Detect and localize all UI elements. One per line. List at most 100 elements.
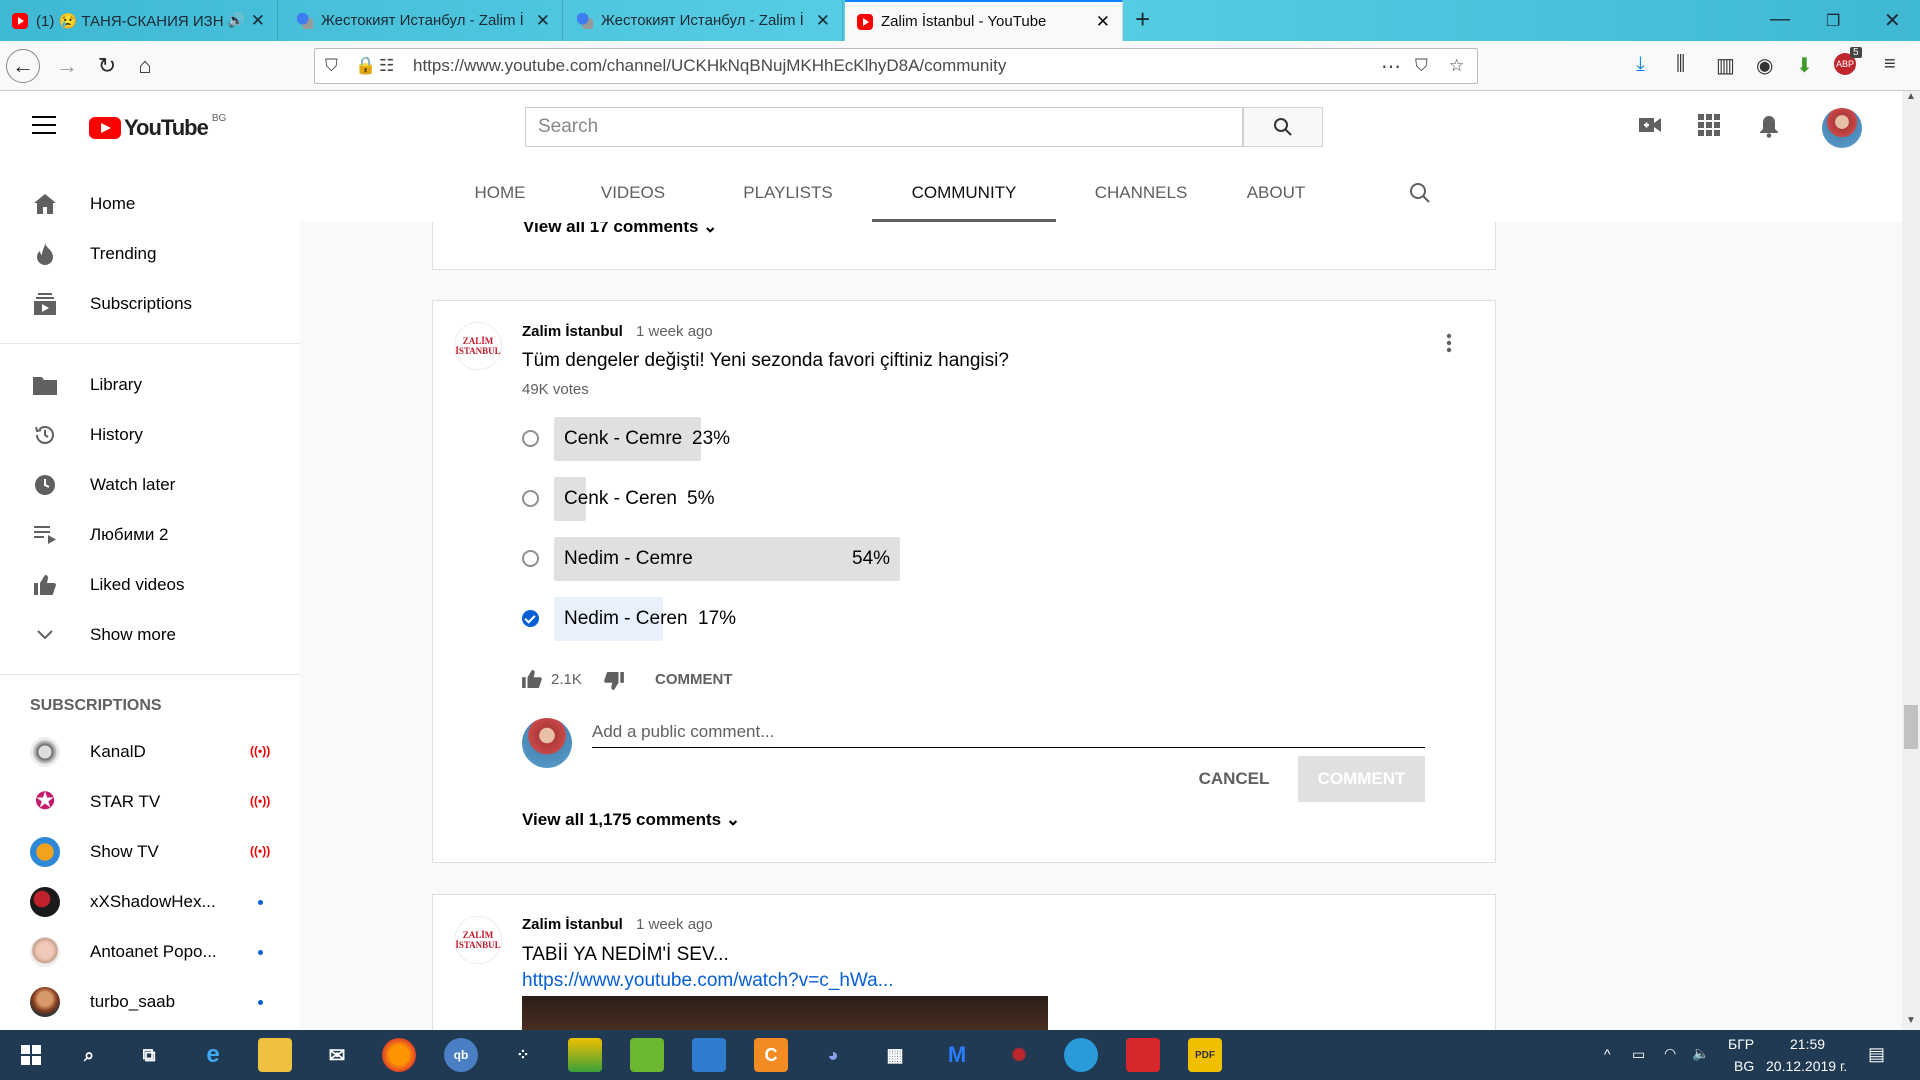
pdf-app-icon[interactable]: PDF — [1188, 1038, 1222, 1072]
browser-tab-3[interactable]: Жестокият Истанбул - Zalim İ ✕ — [565, 0, 843, 41]
poll-option[interactable]: Nedim - Ceren 17% — [522, 597, 1022, 641]
download-helper-icon[interactable]: ⬇ — [1796, 53, 1813, 78]
stack-app-icon[interactable] — [568, 1038, 602, 1072]
minimize-icon[interactable]: — — [1770, 8, 1790, 31]
bookmark-star-icon[interactable]: ☆ — [1449, 56, 1464, 76]
notifications-bell-icon[interactable] — [1758, 114, 1780, 145]
malwarebytes-icon[interactable]: M — [940, 1038, 974, 1072]
lock-icon[interactable]: 🔒 — [355, 56, 376, 76]
post-time[interactable]: 1 week ago — [636, 916, 713, 933]
browser-tab-2[interactable]: Жестокият Истанбул - Zalim İ ✕ — [285, 0, 563, 41]
subscription-item[interactable]: Antoanet Popo... — [0, 927, 300, 977]
poll-option[interactable]: Cenk - Ceren 5% — [522, 477, 1022, 521]
radio-button[interactable] — [522, 490, 539, 507]
pdf-creator-icon[interactable]: C — [754, 1038, 788, 1072]
subscription-item[interactable]: KanalD ((•)) — [0, 727, 300, 777]
tab-about[interactable]: ABOUT — [1226, 164, 1326, 222]
page-scrollbar[interactable]: ▲ ▼ — [1902, 91, 1920, 1030]
post-link[interactable]: https://www.youtube.com/watch?v=c_hWa... — [522, 970, 894, 992]
comment-button[interactable]: COMMENT — [655, 671, 733, 688]
video-thumbnail[interactable] — [522, 996, 1048, 1030]
sidebar-item-library[interactable]: Library — [0, 360, 300, 410]
dots-app-icon[interactable]: ⁘ — [506, 1038, 540, 1072]
firefox-icon[interactable] — [382, 1038, 416, 1072]
browser-app-icon[interactable] — [1064, 1038, 1098, 1072]
tab-playlists[interactable]: PLAYLISTS — [728, 164, 848, 222]
tray-expand-icon[interactable]: ^ — [1604, 1046, 1611, 1062]
search-box[interactable] — [525, 107, 1243, 147]
language-indicator[interactable]: БГР — [1728, 1036, 1754, 1052]
search-input[interactable] — [526, 108, 1242, 146]
volume-icon[interactable]: 🔈 — [1692, 1045, 1709, 1062]
qbittorrent-icon[interactable]: qb — [444, 1038, 478, 1072]
sidebar-item-trending[interactable]: Trending — [0, 229, 300, 279]
tab-community[interactable]: COMMUNITY — [872, 164, 1056, 222]
file-explorer-icon[interactable] — [258, 1038, 292, 1072]
radio-button[interactable] — [522, 430, 539, 447]
notes-app-icon[interactable] — [630, 1038, 664, 1072]
channel-avatar[interactable]: ZALİM İSTANBUL — [454, 322, 502, 370]
subscription-item[interactable]: Show TV ((•)) — [0, 827, 300, 877]
close-tab-icon[interactable]: ✕ — [1096, 12, 1110, 32]
sidebar-item-subscriptions[interactable]: Subscriptions — [0, 279, 300, 329]
scroll-down-arrow-icon[interactable]: ▼ — [1906, 1015, 1916, 1026]
subscription-item[interactable]: ✪ STAR TV ((•)) — [0, 777, 300, 827]
window-app-icon[interactable] — [692, 1038, 726, 1072]
forward-arrow-icon[interactable]: → — [50, 49, 84, 83]
back-arrow-icon[interactable]: ← — [6, 49, 40, 83]
sidebar-item-liked-videos[interactable]: Liked videos — [0, 560, 300, 610]
post-time[interactable]: 1 week ago — [636, 323, 713, 340]
poll-option[interactable]: Cenk - Cemre 23% — [522, 417, 1022, 461]
url-bar[interactable]: ⛉ 🔒 ☷ https://www.youtube.com/channel/UC… — [314, 48, 1478, 84]
scroll-up-arrow-icon[interactable]: ▲ — [1906, 91, 1916, 102]
youtube-logo[interactable]: YouTube BG — [89, 113, 226, 141]
browser-tab-4[interactable]: Zalim İstanbul - YouTube ✕ — [845, 0, 1123, 41]
new-tab-icon[interactable]: + — [1135, 4, 1150, 35]
keyboard-layout[interactable]: BG — [1734, 1058, 1754, 1074]
edge-icon[interactable]: e — [196, 1038, 230, 1072]
close-tab-icon[interactable]: ✕ — [816, 11, 830, 31]
search-icon[interactable]: ⌕ — [72, 1038, 106, 1072]
windows-start-icon[interactable] — [14, 1038, 48, 1072]
sidebar-item-show-more[interactable]: Show more — [0, 610, 300, 660]
calendar-app-icon[interactable]: ▦ — [878, 1038, 912, 1072]
clock-date[interactable]: 20.12.2019 г. — [1766, 1058, 1847, 1074]
speaker-icon[interactable]: 🔊 — [227, 12, 244, 29]
tab-videos[interactable]: VIDEOS — [583, 164, 683, 222]
more-actions-icon[interactable]: ⋯ — [1381, 54, 1401, 79]
apps-grid-icon[interactable] — [1698, 114, 1720, 143]
tab-home[interactable]: HOME — [450, 164, 550, 222]
search-button[interactable] — [1243, 107, 1323, 147]
downloads-icon[interactable]: ⤓ — [1636, 53, 1645, 76]
wifi-icon[interactable]: ◠ — [1664, 1045, 1676, 1062]
library-icon[interactable]: ⫼ — [1676, 53, 1685, 76]
reload-icon[interactable]: ↻ — [90, 49, 124, 83]
channel-avatar[interactable]: ZALİM İSTANBUL — [454, 916, 502, 964]
sidebar-icon[interactable]: ▥ — [1716, 53, 1735, 78]
menu-icon[interactable]: ≡ — [1884, 53, 1896, 76]
discord-icon[interactable]: ◕ — [816, 1038, 850, 1072]
acrobat-icon[interactable] — [1126, 1038, 1160, 1072]
close-window-icon[interactable]: ✕ — [1884, 8, 1901, 33]
clock-time[interactable]: 21:59 — [1790, 1036, 1825, 1052]
account-icon[interactable]: ◉ — [1756, 53, 1773, 78]
pocket-icon[interactable]: ⛉ — [1415, 56, 1428, 76]
guide-menu-icon[interactable] — [32, 116, 56, 140]
like-button[interactable] — [522, 670, 542, 694]
comment-input[interactable] — [592, 716, 1425, 748]
view-all-comments-link[interactable]: View all 1,175 comments ⌄ — [522, 810, 740, 830]
post-author[interactable]: Zalim İstanbul — [522, 916, 623, 933]
radio-button[interactable] — [522, 550, 539, 567]
subscription-item[interactable]: turbo_saab — [0, 977, 300, 1027]
poll-option[interactable]: Nedim - Cemre 54% — [522, 537, 1022, 581]
scrollbar-thumb[interactable] — [1904, 705, 1918, 749]
action-center-icon[interactable]: ▤ — [1868, 1044, 1885, 1065]
task-view-icon[interactable]: ⧉ — [132, 1038, 166, 1072]
account-avatar[interactable] — [1822, 108, 1862, 148]
close-tab-icon[interactable]: ✕ — [536, 11, 550, 31]
post-author[interactable]: Zalim İstanbul — [522, 323, 623, 340]
mail-icon[interactable]: ✉ — [320, 1038, 354, 1072]
submit-comment-button[interactable]: COMMENT — [1298, 756, 1425, 802]
tab-channels[interactable]: CHANNELS — [1078, 164, 1204, 222]
sidebar-item-history[interactable]: History — [0, 410, 300, 460]
